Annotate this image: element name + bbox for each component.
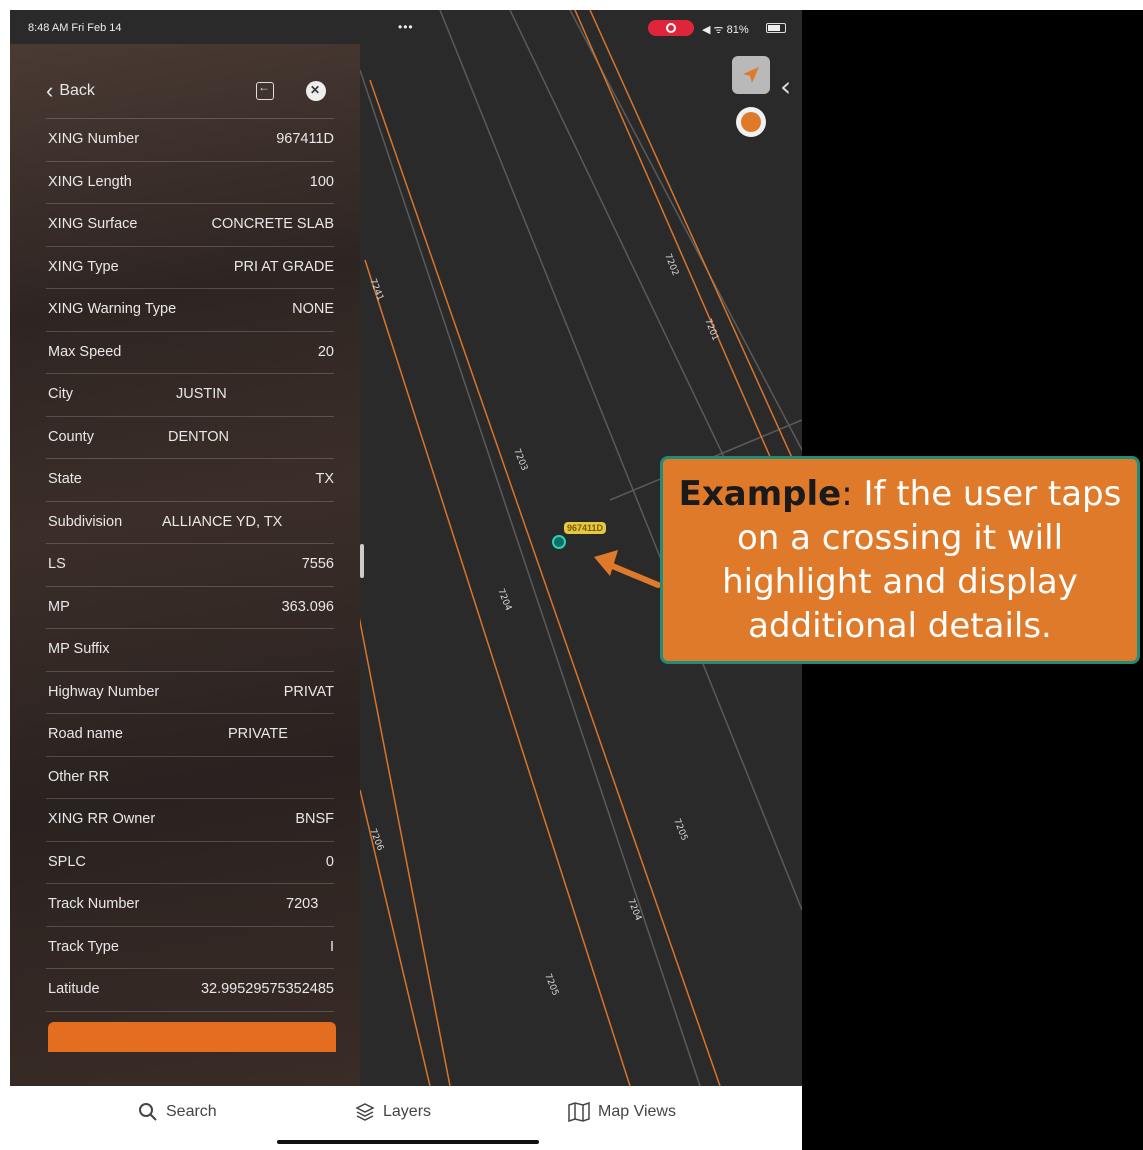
detail-value: DENTON [168,428,229,445]
bottom-tab-bar: Search Layers Map Views [10,1086,802,1150]
detail-value: 967411D [276,131,334,147]
crossing-marker[interactable] [552,535,566,549]
detail-label: XING Type [48,258,119,275]
collapse-panel-chevron-icon[interactable]: ‹ [780,70,791,103]
home-indicator[interactable] [277,1140,539,1144]
close-icon[interactable] [306,81,326,101]
details-list: XING Number 967411D XING Length 100 XING Sur… [46,118,334,1053]
status-time: 8:48 AM Fri Feb 14 [28,22,122,34]
detail-value: 32.99529575352485 [200,981,334,997]
battery-icon [766,23,786,33]
callout-bold: Example [678,474,842,514]
detail-row: MP Suffix [46,628,334,671]
back-label: Back [59,82,95,99]
crossing-tag[interactable]: 967411D [564,522,607,534]
detail-value: 0 [325,853,334,870]
detail-value: PRI AT GRADE [233,258,334,275]
detail-row: Track Number 7203 [46,883,334,926]
detail-label: Track Type [48,938,119,955]
detail-label: MP [48,598,70,615]
detail-row: Latitude 32.99529575352485 [46,968,334,1011]
detail-label: MP Suffix [48,641,110,657]
status-bar: 8:48 AM Fri Feb 14 ••• ◀ ᯤ 81% [10,10,802,44]
tab-search[interactable]: Search [138,1102,217,1122]
detail-row: Max Speed 20 [46,330,334,374]
detail-value: I [329,938,334,955]
status-signal: ◀ ᯤ 81% [702,24,749,36]
detail-row: XING Type PRI AT GRADE [46,245,334,289]
action-button[interactable] [48,1022,336,1052]
detail-row: Other RR [46,755,334,799]
detail-row: MP 363.096 [46,585,334,629]
detail-row: Road name PRIVATE [46,713,334,756]
detail-label: Track Number [48,896,140,912]
detail-row: XING RR Owner BNSF [46,798,334,841]
detail-label: XING Length [48,173,132,190]
detail-label: LS [48,556,66,572]
details-panel: ‹ Back XING Number967411DXING Length100X… [10,44,360,1086]
detail-value: 7556 [301,556,334,572]
exit-icon[interactable] [256,80,274,100]
detail-row: SPLC 0 [46,840,334,884]
tab-layers[interactable]: Layers [355,1102,431,1122]
panel-header: ‹ Back [38,72,338,112]
detail-label: Road name [48,726,123,742]
compass-button[interactable] [736,107,766,137]
back-button[interactable]: ‹ Back [46,78,95,103]
detail-label: Subdivision [48,513,123,530]
detail-row: XING Surface CONCRETE SLAB [46,203,334,246]
detail-value: 7203 [286,896,319,912]
detail-label: State [48,471,82,487]
detail-row: City JUSTIN [46,373,334,416]
detail-label: Max Speed [48,343,122,360]
detail-row: Subdivision ALLIANCE YD, TX [46,500,334,544]
location-button[interactable] [732,56,770,94]
detail-value: 100 [309,173,334,190]
detail-value: 363.096 [281,598,334,615]
detail-value: NONE [292,301,334,317]
detail-label: XING Number [48,131,140,147]
detail-label: Latitude [48,981,100,997]
detail-row: Highway Number PRIVAT [46,670,334,714]
tab-map-views-label: Map Views [598,1103,676,1120]
detail-label: Other RR [48,768,110,785]
detail-label: XING Warning Type [48,301,177,317]
tab-map-views[interactable]: Map Views [568,1102,676,1122]
multitask-dots-icon[interactable]: ••• [398,20,414,34]
detail-value: ALLIANCE YD, TX [162,513,283,530]
screen-recording-icon [648,20,694,36]
location-arrow-icon [743,67,759,83]
layers-icon [355,1103,375,1121]
detail-value: PRIVATE [228,726,288,742]
device-frame: 7202 7201 7203 7204 7205 7206 7204 7205 … [10,10,1143,1150]
detail-value: PRIVAT [283,683,334,700]
scroll-indicator[interactable] [360,544,364,578]
detail-label: XING Surface [48,216,138,232]
detail-row: State TX [46,458,334,501]
chevron-left-icon: ‹ [46,78,54,103]
detail-value: JUSTIN [176,386,227,402]
search-icon [139,1103,157,1121]
detail-row: XING Number 967411D [46,118,334,161]
detail-row: County DENTON [46,415,334,459]
detail-value: TX [315,471,334,487]
detail-row: XING Length 100 [46,160,334,204]
detail-label: XING RR Owner [48,811,156,827]
tab-search-label: Search [166,1103,217,1120]
detail-row: LS 7556 [46,543,334,586]
detail-label: City [48,386,73,402]
detail-value: 20 [317,343,334,360]
detail-label: Highway Number [48,683,160,700]
detail-label: SPLC [48,853,86,870]
tab-layers-label: Layers [383,1103,432,1120]
detail-label: County [48,428,94,445]
detail-value: BNSF [295,811,334,827]
detail-value: CONCRETE SLAB [211,216,334,232]
example-callout: Example: If the user taps on a crossing … [660,456,1140,664]
detail-row: XING Warning Type NONE [46,288,334,331]
map-icon [568,1102,590,1122]
detail-row: Track Type I [46,925,334,969]
